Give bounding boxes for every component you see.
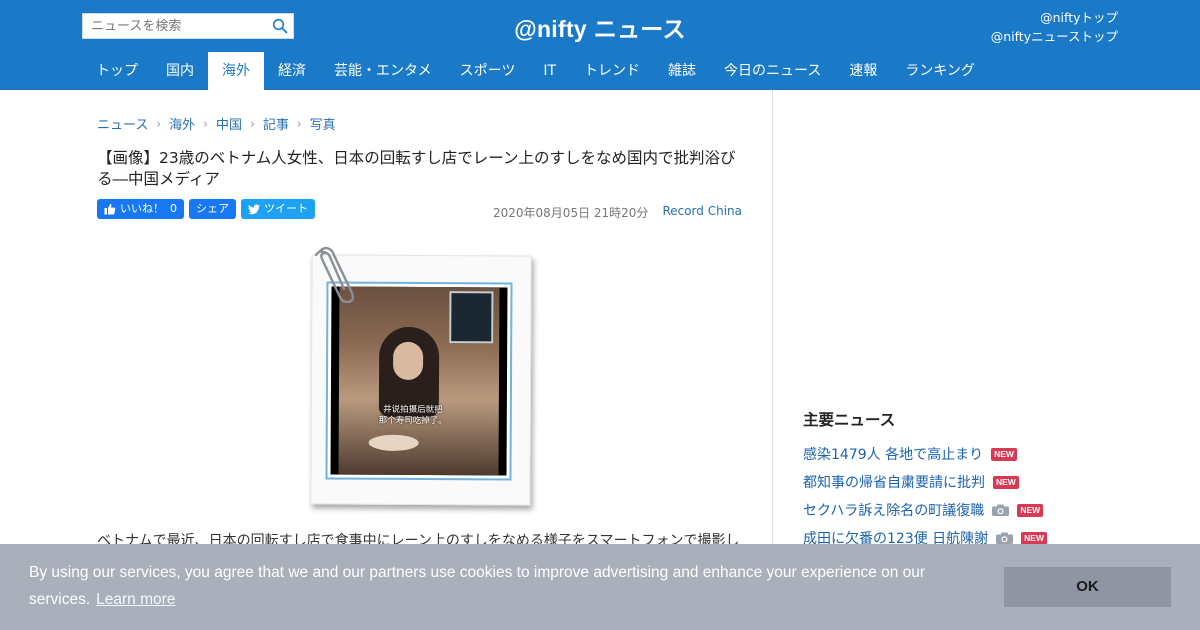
new-badge: NEW — [1021, 531, 1048, 545]
share-label: シェア — [196, 202, 229, 215]
nifty-top-link[interactable]: @niftyトップ — [991, 8, 1118, 27]
chevron-right-icon: › — [203, 116, 208, 131]
monitor-shape — [449, 291, 494, 344]
news-link[interactable]: 都知事の帰省自粛要請に批判 — [803, 472, 985, 492]
breadcrumb-overseas[interactable]: 海外 — [169, 114, 195, 133]
tab-trend[interactable]: トレンド — [570, 52, 654, 90]
top-links: @niftyトップ @niftyニューストップ — [991, 8, 1118, 46]
nifty-news-top-link[interactable]: @niftyニューストップ — [991, 27, 1118, 46]
photo-caption: 井说拍摄后就把 那个寿司吃掉了。 — [353, 405, 473, 428]
tab-sports[interactable]: スポーツ — [446, 52, 530, 90]
photo-scene: 井说拍摄后就把 那个寿司吃掉了。 — [338, 286, 500, 476]
new-badge: NEW — [993, 475, 1019, 489]
photo-image: 井说拍摄后就把 那个寿司吃掉了。 — [330, 286, 508, 476]
tab-top[interactable]: トップ — [82, 52, 152, 90]
news-item: 都知事の帰省自粛要請に批判 NEW — [803, 468, 1047, 496]
like-button[interactable]: いいね！ 0 — [97, 199, 184, 219]
tab-ranking[interactable]: ランキング — [891, 52, 989, 90]
category-nav: トップ 国内 海外 経済 芸能・エンタメ スポーツ IT トレンド 雑誌 今日の… — [82, 52, 989, 90]
breadcrumb-news[interactable]: ニュース — [97, 114, 148, 133]
article-source[interactable]: Record China — [662, 204, 742, 221]
photo-border: 井说拍摄后就把 那个寿司吃掉了。 — [325, 281, 513, 481]
tab-today-news[interactable]: 今日のニュース — [710, 52, 835, 90]
sidebar-title: 主要ニュース — [803, 411, 896, 429]
tab-breaking[interactable]: 速報 — [835, 52, 891, 90]
chevron-right-icon: › — [156, 116, 162, 131]
tweet-label: ツイート — [264, 202, 308, 215]
breadcrumb: ニュース › 海外 › 中国 › 記事 › 写真 — [97, 114, 336, 134]
new-badge: NEW — [991, 447, 1017, 461]
thumbs-up-icon — [104, 203, 116, 215]
cookie-banner: By using our services, you agree that we… — [0, 544, 1200, 630]
paperclip-icon — [314, 246, 355, 303]
cookie-ok-button[interactable]: OK — [1004, 567, 1171, 607]
learn-more-link[interactable]: Learn more — [96, 591, 175, 608]
like-label: いいね！ — [120, 202, 164, 215]
plate-shape — [368, 434, 419, 451]
tab-domestic[interactable]: 国内 — [152, 52, 208, 90]
tweet-button[interactable]: ツイート — [241, 199, 315, 219]
like-count: 0 — [170, 202, 177, 215]
camera-icon — [992, 504, 1010, 516]
tab-magazine[interactable]: 雑誌 — [654, 52, 710, 90]
share-button[interactable]: シェア — [189, 199, 236, 219]
photo-caption-line1: 井说拍摄后就把 — [383, 404, 443, 416]
share-buttons: いいね！ 0 シェア ツイート — [97, 199, 315, 219]
chevron-right-icon: › — [296, 116, 302, 131]
chevron-right-icon: › — [250, 116, 255, 131]
new-badge: NEW — [1017, 503, 1044, 517]
news-item: セクハラ訴え除名の町議復職 NEW — [803, 496, 1047, 524]
article-title: 【画像】23歳のベトナム人女性、日本の回転すし店でレーン上のすしをなめ国内で批判… — [97, 149, 736, 188]
news-list: 感染1479人 各地で高止まり NEW 都知事の帰省自粛要請に批判 NEW セク… — [803, 440, 1048, 552]
news-link[interactable]: セクハラ訴え除名の町議復職 — [803, 500, 984, 520]
article-date: 2020年08月05日 21時20分 — [493, 206, 649, 220]
breadcrumb-article[interactable]: 記事 — [263, 114, 289, 133]
twitter-bird-icon — [248, 204, 260, 214]
news-item: 感染1479人 各地で高止まり NEW — [803, 440, 1047, 468]
article-meta: 2020年08月05日 21時20分 Record China — [493, 204, 742, 221]
tab-economy[interactable]: 経済 — [264, 52, 320, 90]
camera-icon — [996, 532, 1014, 544]
breadcrumb-photo[interactable]: 写真 — [310, 114, 336, 133]
article-photo[interactable]: 井说拍摄后就把 那个寿司吃掉了。 — [306, 245, 536, 507]
site-header: @nifty ニュース @niftyトップ @niftyニューストップ トップ … — [0, 0, 1200, 90]
tab-entertainment[interactable]: 芸能・エンタメ — [320, 52, 446, 90]
tab-it[interactable]: IT — [529, 52, 570, 90]
tab-overseas[interactable]: 海外 — [208, 52, 264, 90]
face-shape — [393, 341, 424, 381]
photo-caption-line2: 那个寿司吃掉了。 — [378, 415, 447, 427]
news-link[interactable]: 感染1479人 各地で高止まり — [803, 444, 983, 464]
breadcrumb-china[interactable]: 中国 — [216, 114, 242, 133]
cookie-message: By using our services, you agree that we… — [29, 559, 979, 613]
